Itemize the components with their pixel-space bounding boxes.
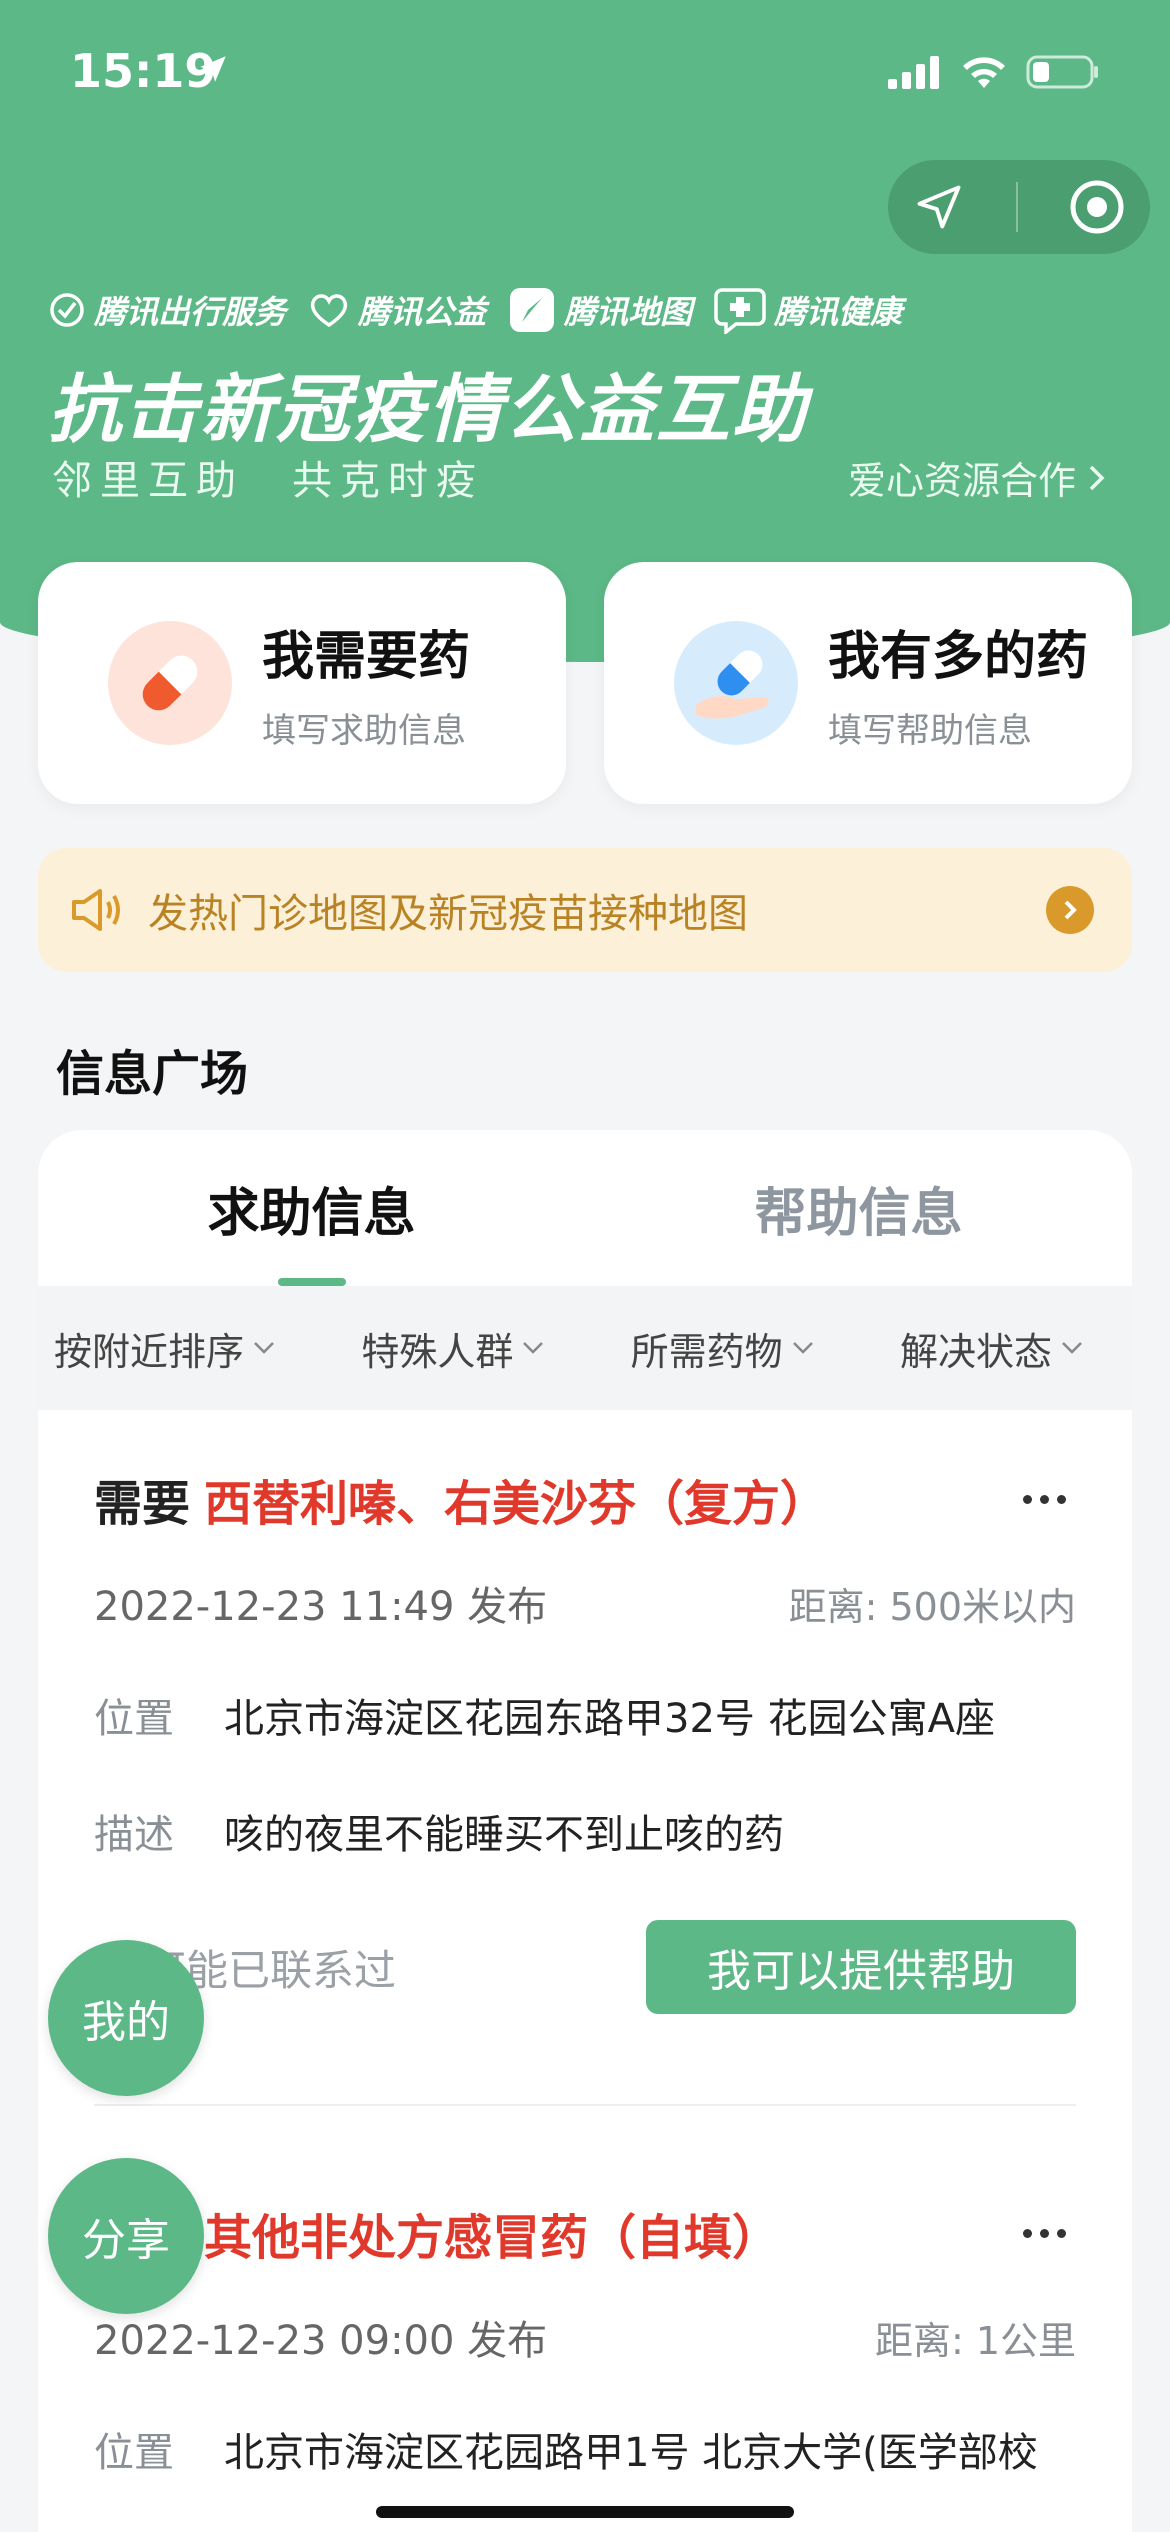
status-icons: [888, 54, 1100, 90]
location-label: 位置: [94, 2430, 174, 2476]
partner-tencent-mobility: 腾讯出行服务: [48, 287, 286, 333]
megaphone-icon: [72, 889, 120, 931]
partner-tencent-charity: 腾讯公益: [308, 287, 486, 333]
tab-bar: 求助信息 帮助信息: [38, 1130, 1132, 1286]
notice-arrow-icon: [1046, 886, 1094, 934]
mini-program-capsule: [888, 160, 1150, 254]
more-options-icon[interactable]: [1013, 1485, 1076, 1514]
check-circle-icon: [50, 293, 84, 327]
pill-icon: [108, 621, 232, 745]
post-title: 需要 西替利嗪、右美沙芬（复方）: [94, 1464, 828, 1534]
have-medicine-title: 我有多的药: [828, 627, 1089, 687]
home-indicator: [376, 2506, 794, 2518]
chevron-down-icon: [523, 1342, 544, 1354]
record-target-icon[interactable]: [1069, 179, 1125, 235]
need-medicine-subtitle: 填写求助信息: [262, 711, 466, 751]
partner-resource-label: 爱心资源合作: [847, 459, 1076, 503]
page-title: 抗击新冠疫情公益互助: [48, 367, 808, 453]
location-label: 位置: [94, 1696, 174, 1742]
signal-icon: [888, 56, 939, 89]
share-button[interactable]: 分享: [48, 2158, 204, 2314]
filter-sort-nearby[interactable]: 按附近排序: [54, 1321, 276, 1376]
need-medicine-title: 我需要药: [262, 627, 471, 687]
help-request-item[interactable]: 需要 西替利嗪、右美沙芬（复方） 2022-12-23 11:49 发布 距离: …: [38, 1410, 1132, 2014]
health-cross-icon: [714, 288, 766, 334]
post-time: 2022-12-23 11:49 发布: [94, 1584, 548, 1630]
offer-help-button[interactable]: 我可以提供帮助: [646, 1920, 1076, 2014]
map-compass-icon: [510, 288, 555, 332]
navigate-icon[interactable]: [913, 181, 965, 233]
chevron-right-icon: [1089, 465, 1105, 490]
partner-logos: 腾讯出行服务 腾讯公益 腾讯地图 腾讯健康: [48, 286, 902, 334]
tab-help-offers[interactable]: 帮助信息: [585, 1130, 1132, 1286]
section-title: 信息广场: [56, 1046, 249, 1102]
tab-help-requests[interactable]: 求助信息: [38, 1130, 585, 1286]
post-time: 2022-12-23 09:00 发布: [94, 2318, 548, 2364]
description-value: 咳的夜里不能睡买不到止咳的药: [224, 1812, 784, 1858]
my-posts-button[interactable]: 我的: [48, 1940, 204, 2096]
have-medicine-subtitle: 填写帮助信息: [828, 711, 1032, 751]
capsule-divider: [1015, 182, 1018, 232]
partner-resource-link[interactable]: 爱心资源合作: [848, 450, 1108, 505]
location-arrow-icon: [200, 56, 226, 82]
post-distance: 距离: 500米以内: [788, 1584, 1076, 1629]
status-time: 15:19: [70, 44, 217, 98]
drug-name: 西替利嗪、右美沙芬（复方）: [204, 1476, 829, 1532]
wifi-icon: [963, 57, 1005, 88]
chevron-down-icon: [1062, 1342, 1082, 1354]
filter-required-drugs[interactable]: 所需药物: [631, 1321, 815, 1376]
location-value: 北京市海淀区花园路甲1号 北京大学(医学部校: [224, 2430, 1038, 2476]
more-options-icon[interactable]: [1013, 2219, 1076, 2248]
have-medicine-card[interactable]: 我有多的药 填写帮助信息: [604, 562, 1132, 804]
chevron-down-icon: [792, 1342, 813, 1354]
info-square-panel: 求助信息 帮助信息 按附近排序 特殊人群 所需药物 解决状态 需要 西替利嗪、右美…: [38, 1130, 1132, 2532]
heart-icon: [310, 294, 348, 328]
notice-text: 发热门诊地图及新冠疫苗接种地图: [148, 891, 748, 937]
description-label: 描述: [94, 1812, 174, 1858]
filter-bar: 按附近排序 特殊人群 所需药物 解决状态: [38, 1286, 1132, 1410]
need-medicine-card[interactable]: 我需要药 填写求助信息: [38, 562, 566, 804]
drug-name: 其他非处方感冒药（自填）: [204, 2210, 781, 2266]
filter-special-groups[interactable]: 特殊人群: [361, 1321, 545, 1376]
need-label: 需要: [94, 1476, 191, 1532]
chevron-down-icon: [254, 1342, 274, 1354]
location-value: 北京市海淀区花园东路甲32号 花园公寓A座: [224, 1696, 995, 1742]
battery-icon: [1026, 55, 1098, 89]
page-subtitle: 邻里互助 共克时疫: [52, 458, 484, 504]
post-distance: 距离: 1公里: [874, 2318, 1076, 2363]
partner-tencent-health: 腾讯健康: [714, 286, 902, 334]
hand-pill-icon: [674, 621, 798, 745]
help-request-item[interactable]: 需要其他非处方感冒药（自填） 2022-12-23 09:00 发布 距离: 1…: [38, 2106, 1132, 2478]
fever-clinic-notice[interactable]: 发热门诊地图及新冠疫苗接种地图: [38, 848, 1132, 972]
filter-resolve-status[interactable]: 解决状态: [900, 1321, 1084, 1376]
partner-tencent-map: 腾讯地图: [508, 286, 692, 334]
tab-indicator: [278, 1278, 346, 1286]
